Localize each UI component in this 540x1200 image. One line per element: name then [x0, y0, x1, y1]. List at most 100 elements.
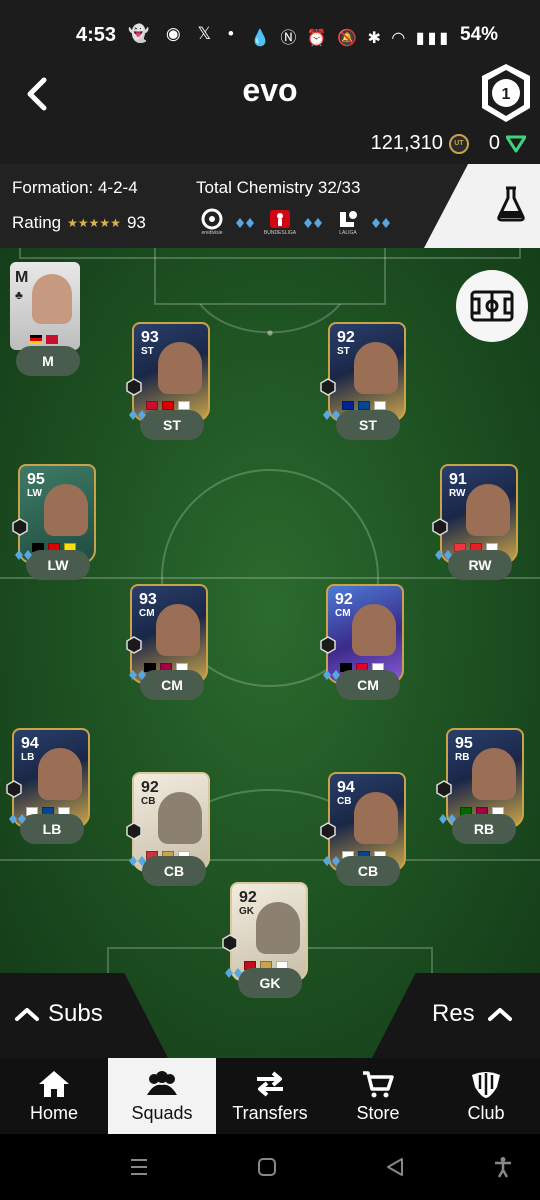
- chemistry-diamonds-icon: [225, 968, 242, 978]
- player-rating: 92: [141, 779, 159, 796]
- home-icon: [39, 1070, 69, 1097]
- squad-rating: Rating ★★★★★ 93: [12, 213, 146, 233]
- player-position: RW: [449, 488, 466, 499]
- nav-squads[interactable]: Squads: [108, 1058, 216, 1134]
- back-button-icon[interactable]: [384, 1156, 406, 1178]
- playstyle-icon: [12, 518, 28, 536]
- chemistry-diamonds-icon: [323, 670, 340, 680]
- position-slot-badge[interactable]: ST: [336, 410, 400, 440]
- subs-toggle[interactable]: Subs: [14, 1000, 103, 1028]
- notification-icons: 👻 ◉ 𝕏 •: [128, 24, 240, 43]
- rating-stars: ★★★★★: [67, 216, 121, 230]
- player-rating: 92: [337, 329, 355, 346]
- position-slot-badge[interactable]: CB: [142, 856, 206, 886]
- player-position: ST: [141, 346, 154, 357]
- playstyle-icon: [436, 780, 452, 798]
- playstyle-icon: [222, 934, 238, 952]
- nav-label: Transfers: [232, 1102, 308, 1123]
- reserves-toggle[interactable]: Res: [432, 1000, 513, 1028]
- player-card-st-right[interactable]: 92 ST: [328, 322, 406, 422]
- chemistry-diamonds-icon: [435, 550, 452, 560]
- recent-apps-icon[interactable]: [128, 1156, 150, 1178]
- player-portrait: [44, 484, 88, 536]
- accessibility-icon[interactable]: [492, 1156, 514, 1178]
- position-slot-badge[interactable]: GK: [238, 968, 302, 998]
- playstyle-icon: [126, 822, 142, 840]
- chemistry-diamonds-icon: [129, 856, 146, 866]
- store-icon: [363, 1070, 394, 1097]
- player-position: CM: [335, 608, 351, 619]
- nav-home[interactable]: Home: [0, 1058, 108, 1134]
- position-slot-badge[interactable]: ST: [140, 410, 204, 440]
- fc-points-icon: [506, 135, 526, 152]
- position-slot-badge[interactable]: CB: [336, 856, 400, 886]
- club-badge-icon: [46, 335, 58, 344]
- position-slot-badge[interactable]: CM: [336, 670, 400, 700]
- nav-transfers[interactable]: Transfers: [216, 1058, 324, 1134]
- player-portrait: [352, 604, 396, 656]
- nav-club[interactable]: Club: [432, 1058, 540, 1134]
- flask-icon[interactable]: [496, 186, 526, 222]
- chemistry-diamonds-icon: [323, 856, 340, 866]
- player-portrait: [354, 792, 398, 844]
- league-name: LALIGA: [339, 230, 357, 236]
- league-badge-icon: [162, 401, 174, 410]
- bottom-navigation: Home Squads Transfers Store Club: [0, 1058, 540, 1134]
- system-status-icons: 💧 Ⓝ ⏰ 🔕 ✱ ◠ ▮▮▮: [250, 30, 452, 47]
- playstyle-icon: [320, 378, 336, 396]
- chemistry-diamonds-icon: [439, 814, 456, 824]
- position-slot-badge[interactable]: RB: [452, 814, 516, 844]
- playstyle-icon: [126, 378, 142, 396]
- nav-store[interactable]: Store: [324, 1058, 432, 1134]
- eredivisie-logo-icon: eredivisie: [198, 208, 226, 238]
- player-portrait: [38, 748, 82, 800]
- player-flags: [342, 401, 386, 410]
- status-time: 4:53: [76, 24, 117, 46]
- status-bar: 4:53 👻 ◉ 𝕏 • 💧 Ⓝ ⏰ 🔕 ✱ ◠ ▮▮▮ 54%: [0, 0, 540, 56]
- position-slot-badge[interactable]: LB: [20, 814, 84, 844]
- manager-label: M: [15, 269, 29, 286]
- pitch-view-toggle-button[interactable]: [456, 270, 528, 342]
- system-navigation-bar: [0, 1134, 540, 1200]
- position-slot-badge[interactable]: RW: [448, 550, 512, 580]
- player-portrait: [256, 902, 300, 954]
- nav-label: Store: [356, 1102, 400, 1123]
- page-title: evo: [242, 72, 298, 108]
- playstyle-icon: [320, 822, 336, 840]
- player-flags: [146, 401, 190, 410]
- rating-value: 93: [126, 213, 146, 232]
- nation-flag-icon: [342, 401, 354, 410]
- club-icon: [472, 1071, 500, 1098]
- currency-row: 121,310 UT 0: [371, 132, 526, 155]
- home-button-icon[interactable]: [256, 1156, 278, 1178]
- playstyle-icon: [126, 636, 142, 654]
- manager-card[interactable]: M ♣: [10, 262, 80, 350]
- app-header: evo 1 121,310 UT 0: [0, 56, 540, 164]
- battery-percent: 54%: [460, 24, 499, 45]
- chemistry-diamonds-icon: [129, 410, 146, 420]
- player-portrait: [472, 748, 516, 800]
- position-slot-badge[interactable]: CM: [140, 670, 204, 700]
- chemistry-diamonds-icon: [129, 670, 146, 680]
- pitch-layout-icon: [470, 290, 514, 322]
- player-portrait: [158, 792, 202, 844]
- player-rating: 94: [21, 735, 39, 752]
- league-badge-icon: [358, 401, 370, 410]
- germany-flag-icon: [30, 335, 42, 344]
- evolution-badge-icon[interactable]: 1: [478, 62, 534, 124]
- chemistry-diamonds-icon: [304, 218, 322, 228]
- transfers-icon: [257, 1070, 283, 1097]
- player-rating: 94: [337, 779, 355, 796]
- subs-label: Subs: [48, 1000, 103, 1027]
- manager-position-badge[interactable]: M: [16, 346, 80, 376]
- player-position: RB: [455, 752, 470, 763]
- player-portrait: [158, 342, 202, 394]
- player-card-st-left[interactable]: 93 ST: [132, 322, 210, 422]
- manager-flags: [30, 335, 58, 344]
- laliga-logo-icon: LALIGA: [334, 208, 362, 238]
- points-value: 0: [488, 132, 500, 154]
- position-slot-badge[interactable]: LW: [26, 550, 90, 580]
- total-chemistry: Total Chemistry 32/33: [196, 178, 361, 197]
- club-badge-icon: [178, 401, 190, 410]
- player-position: GK: [239, 906, 254, 917]
